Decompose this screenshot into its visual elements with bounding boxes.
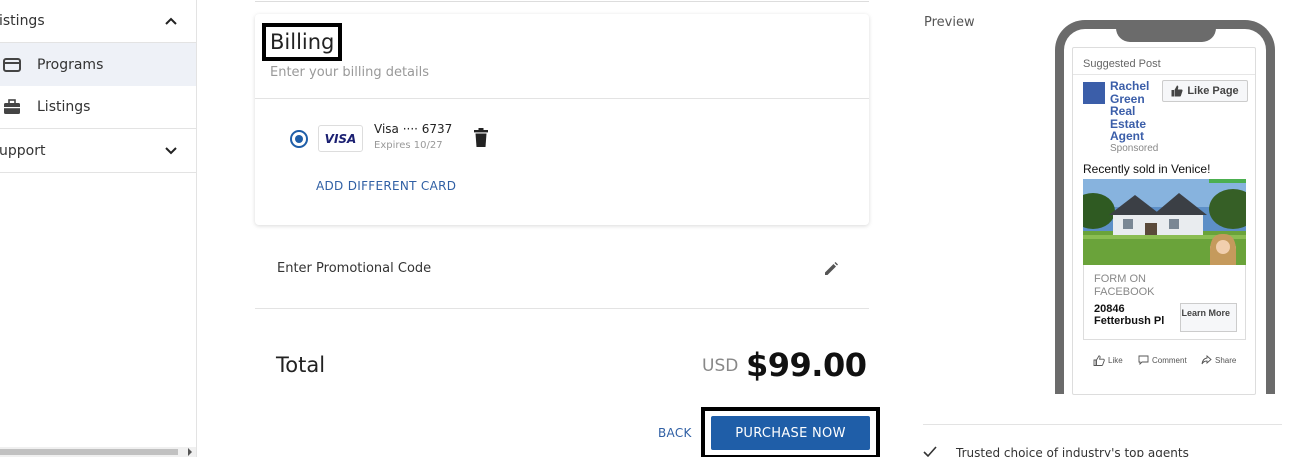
sidebar-group-listings[interactable]: istings: [0, 0, 196, 43]
house-photo: [1083, 179, 1246, 265]
checkmark-icon: [923, 446, 937, 457]
billing-subtitle: Enter your billing details: [270, 65, 430, 80]
delete-card-trash-icon[interactable]: [473, 128, 489, 148]
sidebar-item-label: Listings: [37, 99, 91, 115]
briefcase-icon: [4, 99, 20, 114]
phone-notch: [1116, 20, 1216, 42]
currency-code: USD: [702, 356, 739, 376]
billing-card: Billing Enter your billing details VISA …: [255, 14, 869, 225]
post-actions: Like Comment Share: [1083, 355, 1253, 369]
divider: [255, 98, 869, 99]
sponsored-label: Sponsored: [1110, 143, 1159, 154]
trusted-choice-text: Trusted choice of industry's top agents: [956, 446, 1189, 457]
scrollbar-thumb[interactable]: [0, 449, 178, 455]
back-button[interactable]: BACK: [658, 426, 692, 440]
visa-logo-icon: VISA: [318, 125, 363, 152]
post-text: Recently sold in Venice!: [1083, 162, 1211, 176]
page-avatar: [1083, 82, 1105, 104]
credit-card-icon: [3, 57, 21, 72]
chevron-up-icon: [165, 17, 177, 25]
horizontal-scrollbar[interactable]: [0, 447, 196, 457]
ad-footer: FORM ON FACEBOOK 20846 Fetterbush Pl Lea…: [1083, 265, 1246, 340]
chevron-down-icon: [165, 147, 177, 155]
sidebar: istings Programs Listings upport: [0, 0, 197, 457]
sidebar-group-support[interactable]: upport: [0, 130, 196, 173]
comment-icon: [1138, 355, 1149, 365]
promo-code-label: Enter Promotional Code: [277, 261, 432, 276]
checkout-page: istings Programs Listings upport Billing…: [0, 0, 1309, 457]
promo-code-row[interactable]: Enter Promotional Code: [255, 231, 869, 309]
sidebar-group-label: upport: [0, 143, 46, 159]
phone-mockup: Suggested Post Rachel Green Real Estate …: [1055, 20, 1275, 395]
share-icon: [1201, 355, 1212, 365]
section-divider: [255, 0, 869, 2]
preview-label: Preview: [924, 15, 975, 30]
listing-address: 20846 Fetterbush Pl: [1094, 303, 1165, 327]
total-label: Total: [276, 353, 326, 377]
comment-action: Comment: [1138, 355, 1187, 365]
purchase-button-highlight: PURCHASE NOW: [701, 407, 880, 457]
share-action: Share: [1201, 355, 1236, 365]
share-label: Share: [1215, 355, 1237, 365]
total-amount: $99.00: [746, 346, 867, 384]
facebook-post-preview: Suggested Post Rachel Green Real Estate …: [1072, 47, 1256, 395]
scroll-right-arrow-icon[interactable]: [188, 448, 192, 456]
purchase-now-button[interactable]: PURCHASE NOW: [711, 416, 870, 450]
comment-label: Comment: [1152, 355, 1187, 365]
thumbs-up-icon: [1171, 85, 1183, 97]
learn-more-button: Learn More: [1180, 303, 1237, 332]
sidebar-item-label: Programs: [37, 56, 104, 73]
page-name: Rachel Green Real Estate Agent: [1110, 79, 1150, 143]
card-number: Visa ···· 6737: [374, 122, 453, 136]
edit-pencil-icon[interactable]: [823, 261, 839, 277]
divider: [1073, 74, 1255, 75]
thumbs-up-outline-icon: [1093, 355, 1105, 366]
card-expiry: Expires 10/27: [374, 140, 443, 151]
like-page-label: Like Page: [1187, 85, 1239, 97]
like-action: Like: [1093, 355, 1123, 366]
billing-title: Billing: [262, 23, 343, 61]
divider: [923, 424, 1282, 425]
form-on-facebook-label: FORM ON FACEBOOK: [1094, 273, 1155, 298]
like-label: Like: [1108, 356, 1123, 365]
add-different-card-link[interactable]: ADD DIFFERENT CARD: [316, 179, 456, 193]
sidebar-item-programs[interactable]: Programs: [0, 43, 196, 86]
sidebar-item-listings[interactable]: Listings: [0, 86, 196, 129]
card-radio-selected[interactable]: [290, 130, 308, 148]
like-page-button: Like Page: [1162, 80, 1248, 102]
sidebar-group-label: istings: [0, 13, 45, 29]
suggested-post-label: Suggested Post: [1083, 58, 1161, 70]
